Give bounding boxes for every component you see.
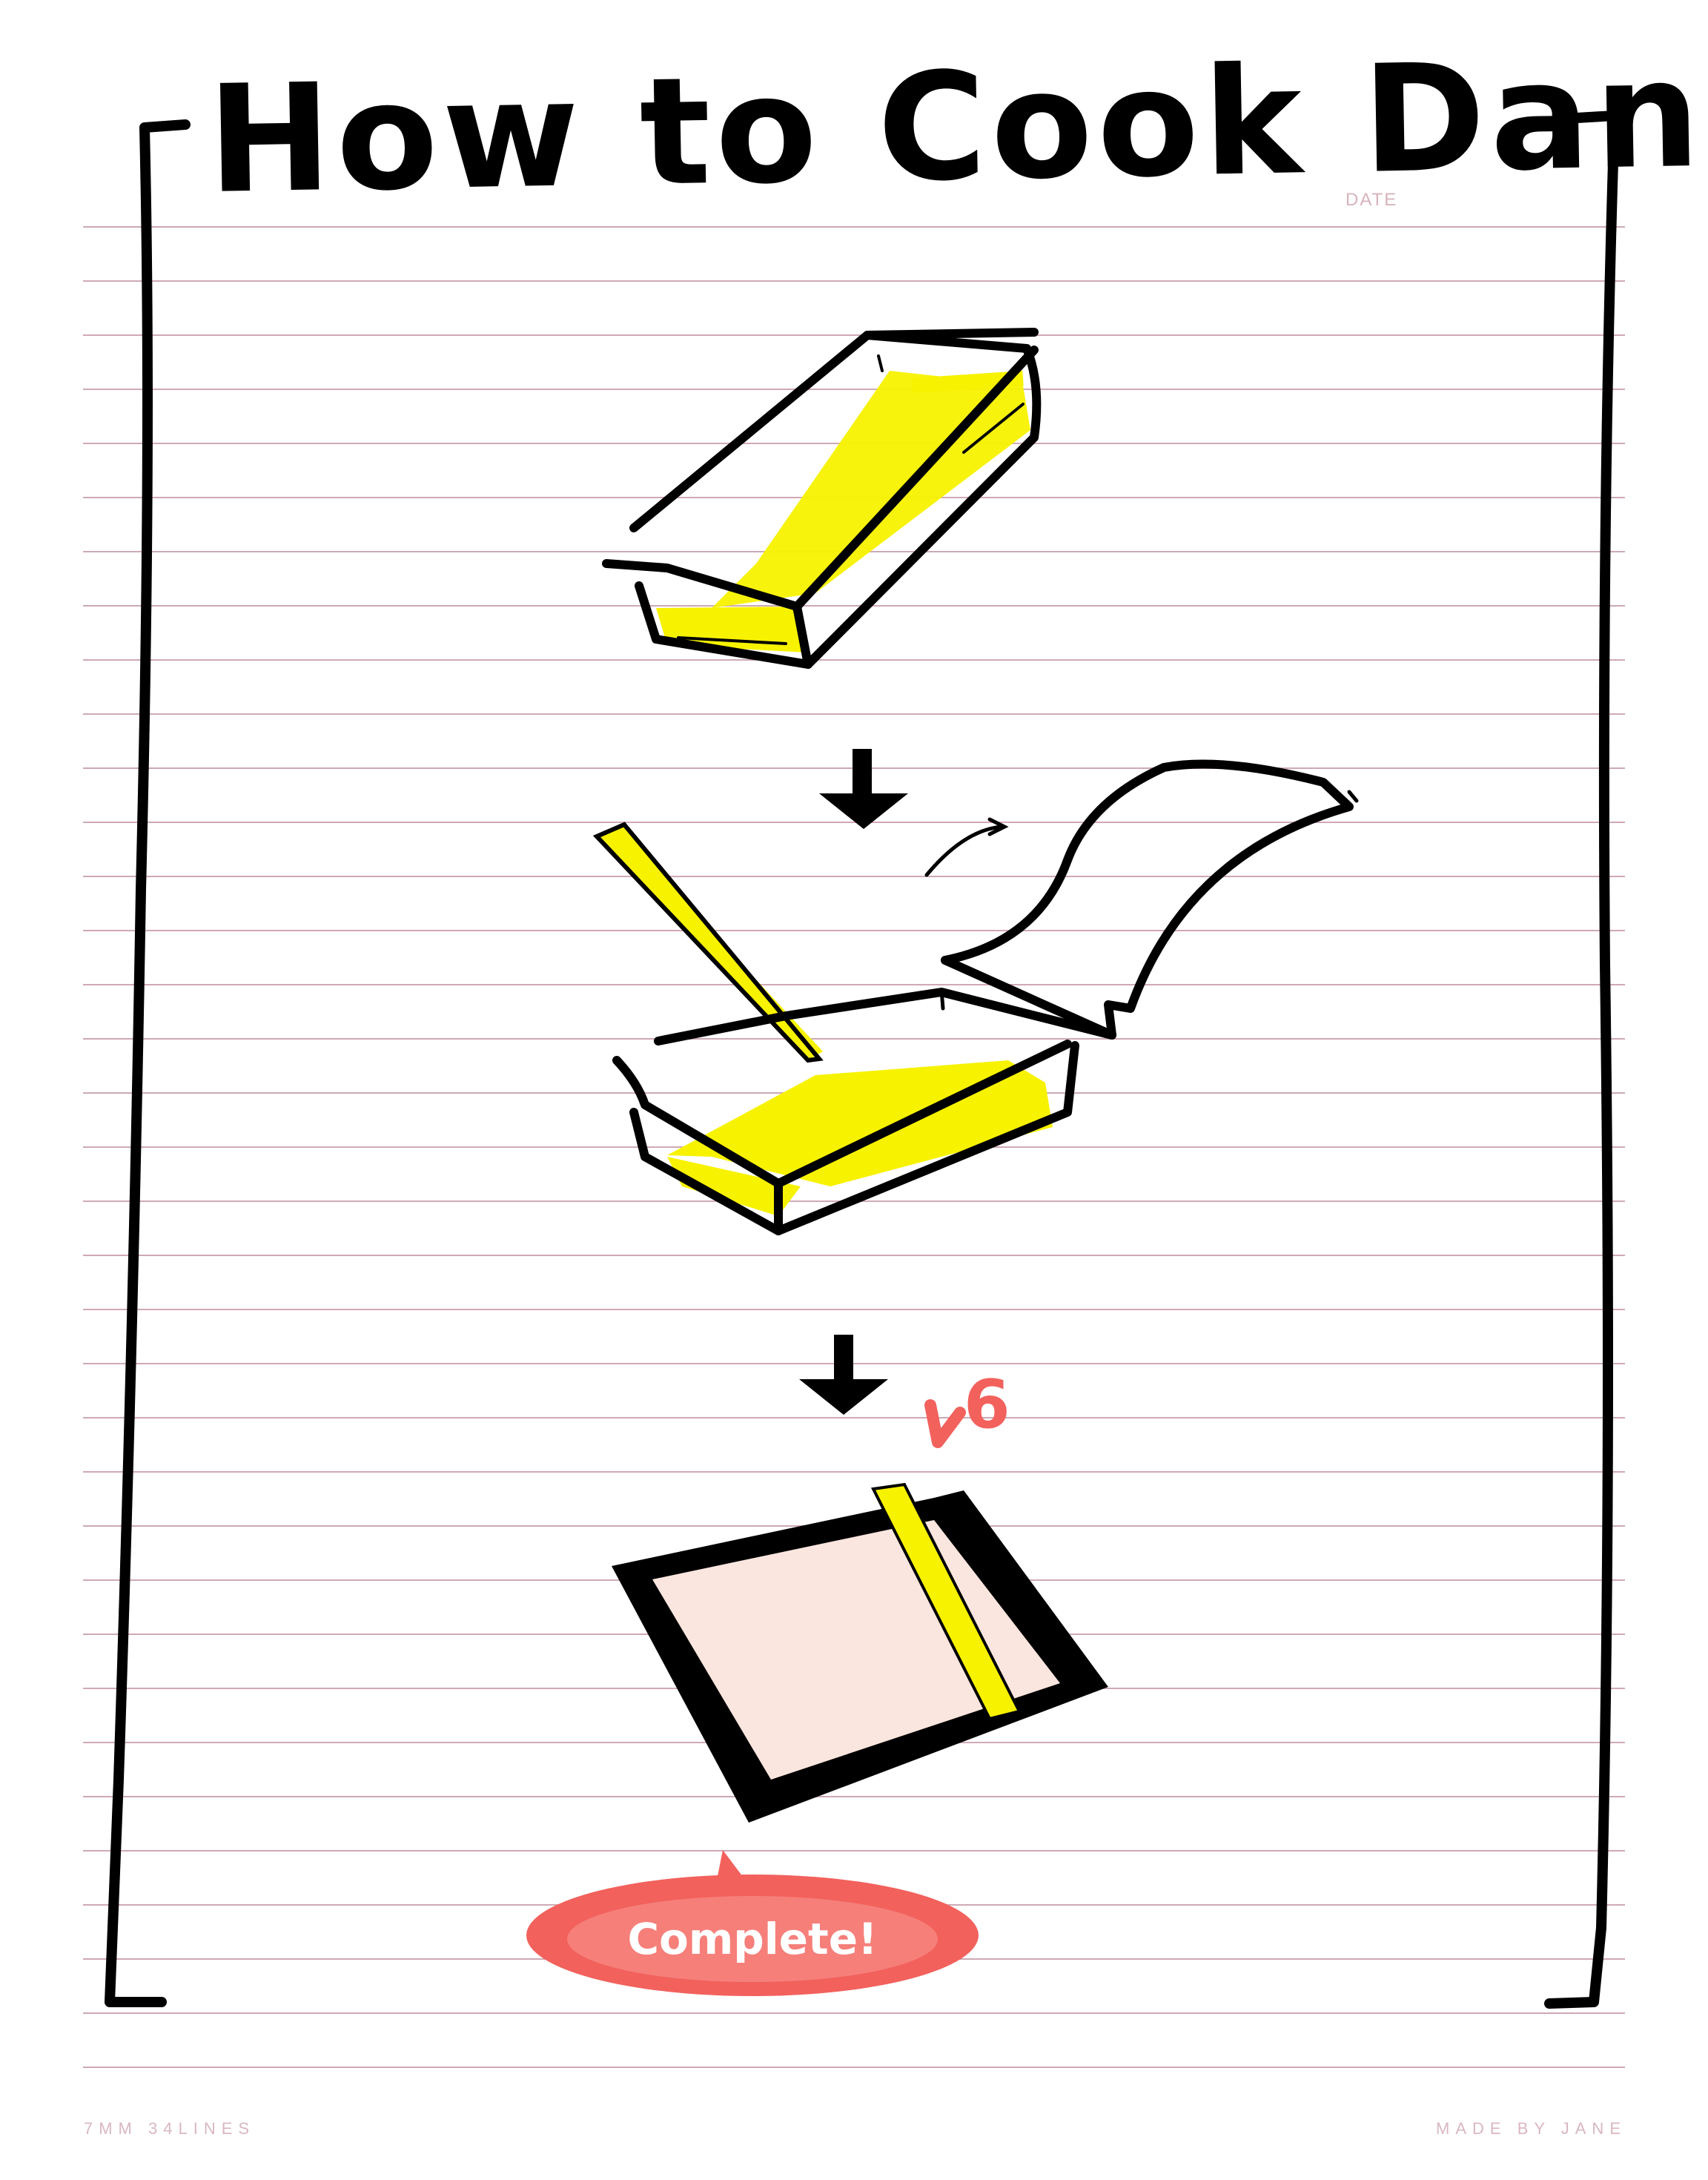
down-arrow-icon	[819, 749, 908, 829]
sketch-drawing: 6 Complete!	[105, 110, 1620, 2009]
footer-right-label: MADE BY JANE	[1436, 2119, 1626, 2138]
count-mark: 6	[924, 1366, 1010, 1448]
complete-bubble: Complete!	[526, 1850, 979, 1996]
step-1-tray	[602, 328, 1042, 669]
step-3-rice-sheet	[612, 1482, 1108, 1823]
footer-left-label: 7MM 34LINES	[84, 2119, 256, 2138]
notebook-page: How to Cook Danmooji DATE 6 Complete! 7M…	[0, 0, 1708, 2180]
count-mark-text: 6	[964, 1366, 1010, 1444]
down-arrow-icon	[799, 1335, 888, 1415]
step-2-tray-pouring	[592, 759, 1359, 1235]
complete-text: Complete!	[627, 1914, 877, 1964]
